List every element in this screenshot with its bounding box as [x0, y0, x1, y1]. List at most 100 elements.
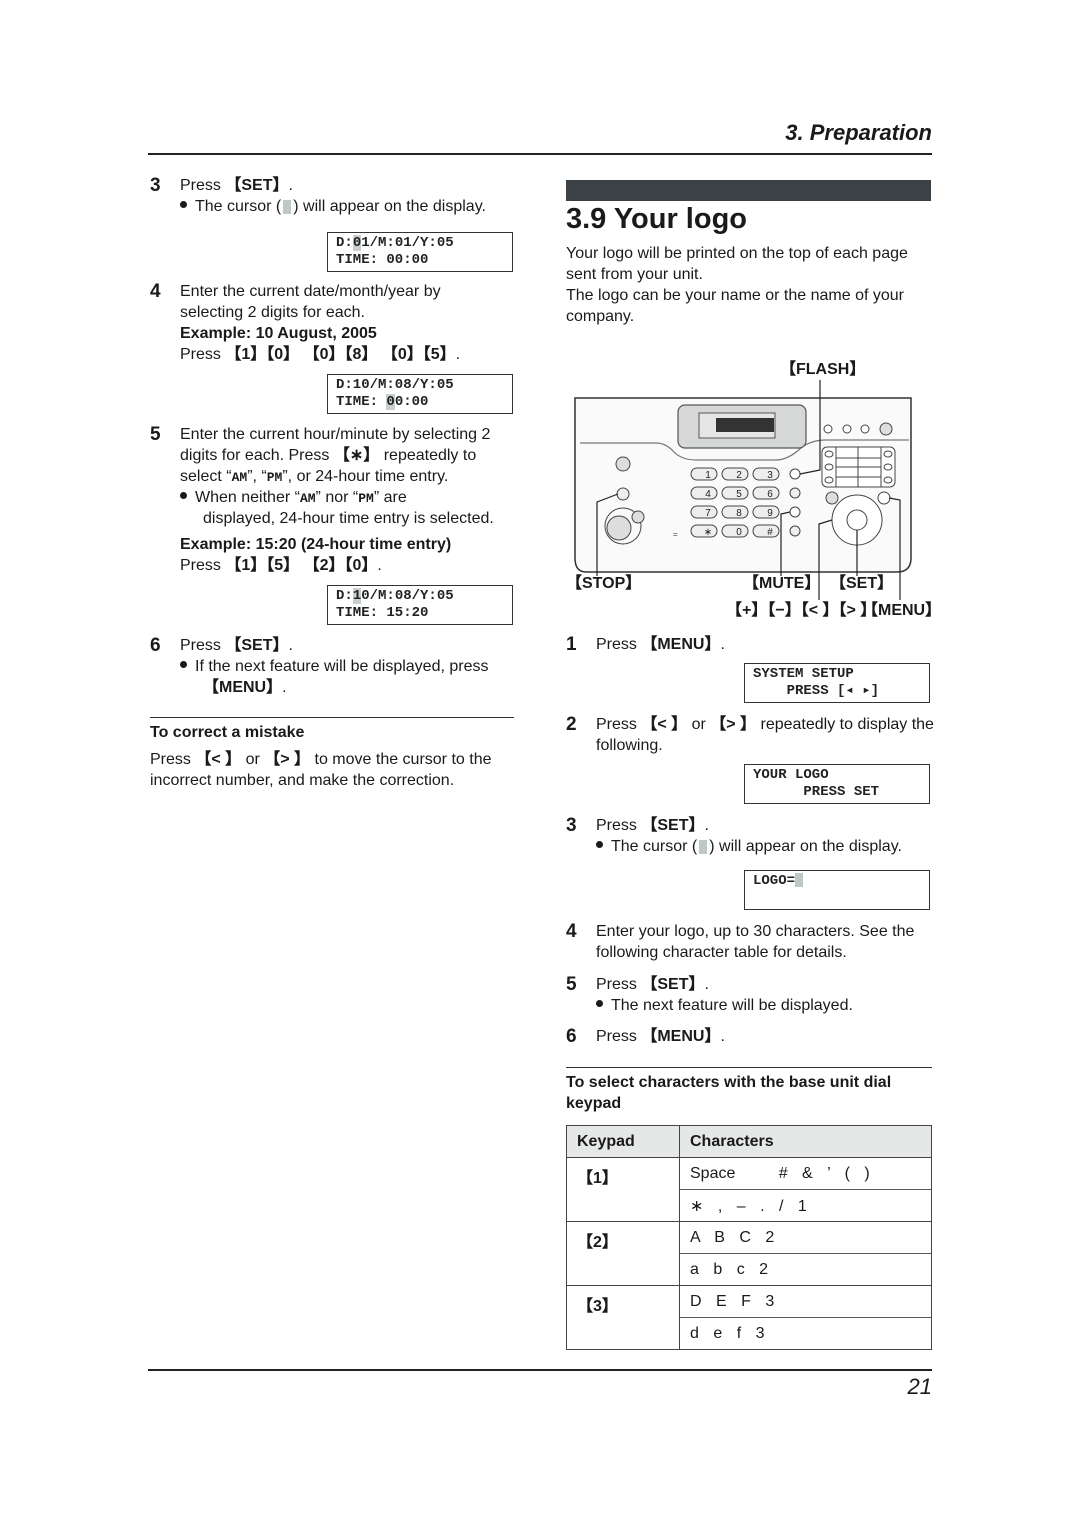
- step-number: 6: [566, 1026, 577, 1047]
- left-key: 【< 】: [195, 751, 242, 768]
- lcd-display-logo-entry: LOGO=: [744, 870, 930, 910]
- lcd-text: 1/M:01/Y:05: [361, 235, 454, 251]
- text: Press: [180, 637, 226, 654]
- example-heading: Example: 10 August, 2005: [180, 325, 377, 342]
- lcd-text: PRESS SET: [753, 784, 880, 800]
- step-number: 4: [150, 281, 161, 302]
- text: .: [455, 346, 461, 363]
- step-text: select “AM”, “PM”, or 24-hour time entry…: [180, 466, 448, 488]
- step-number: 6: [150, 635, 161, 656]
- bullet: The cursor () will appear on the display…: [596, 836, 902, 857]
- keypad-cell: 【2】: [566, 1221, 680, 1286]
- text: Press: [150, 751, 196, 768]
- lcd-cursor: 0: [386, 394, 395, 410]
- subhead-rule: [566, 1067, 932, 1068]
- subhead-rule: [150, 717, 514, 718]
- step-text: selecting 2 digits for each.: [180, 304, 365, 321]
- text: or: [687, 716, 711, 733]
- lcd-cursor: 0: [352, 235, 362, 251]
- step-text: Press 【MENU】.: [596, 634, 725, 655]
- step-number: 5: [566, 974, 577, 995]
- text: .: [704, 817, 709, 834]
- characters-cell: a b c 2: [679, 1253, 932, 1286]
- menu-key: 【MENU】: [641, 636, 721, 653]
- text: Press: [596, 636, 642, 653]
- step-text: Press 【SET】.: [180, 175, 293, 196]
- lcd-display-system-setup: SYSTEM SETUP PRESS [◂ ▸]: [744, 663, 930, 703]
- table-heading: keypad: [566, 1095, 622, 1112]
- text: ”, or 24-hour time entry.: [282, 468, 449, 485]
- step-text: Enter the current hour/minute by selecti…: [180, 426, 491, 443]
- step-number: 5: [150, 424, 161, 445]
- text: to move the cursor to the: [310, 751, 492, 768]
- step-text: Press 【SET】.: [180, 635, 293, 656]
- step-number: 3: [150, 175, 161, 196]
- pm-label: PM: [358, 491, 374, 506]
- lcd-display-time-entered: D:10/M:08/Y:05 TIME: 15:20: [327, 585, 513, 625]
- lcd-text: D:: [336, 588, 353, 604]
- step-text: following character table for details.: [596, 944, 847, 961]
- bullet: If the next feature will be displayed, p…: [180, 656, 489, 677]
- step-text: Press 【SET】.: [596, 815, 709, 836]
- column-header-characters: Characters: [679, 1125, 932, 1158]
- text: digits for each. Press: [180, 447, 334, 464]
- table-header-row: Keypad Characters: [566, 1125, 932, 1158]
- lcd-text: D:10/M:08/Y:05: [336, 377, 454, 393]
- set-key: 【SET】: [225, 177, 289, 194]
- keypad-cell: 【1】: [566, 1157, 680, 1222]
- step-text: digits for each. Press 【∗】 repeatedly to: [180, 445, 476, 466]
- text: .: [288, 177, 293, 194]
- lcd-text: 0:00: [394, 394, 429, 410]
- text: .: [704, 976, 709, 993]
- text: Press: [180, 557, 226, 574]
- text: When neither “: [195, 489, 300, 506]
- lcd-text: SYSTEM SETUP: [753, 666, 854, 682]
- right-key: 【> 】: [710, 716, 757, 733]
- text: Press: [596, 716, 642, 733]
- left-key: 【< 】: [641, 716, 688, 733]
- keys: 【1】【5】 【2】【0】: [225, 557, 378, 574]
- menu-key: 【MENU】: [641, 1028, 721, 1045]
- correct-text: incorrect number, and make the correctio…: [150, 772, 455, 789]
- lcd-text: PRESS [◂ ▸]: [753, 683, 880, 699]
- step-text: Enter your logo, up to 30 characters. Se…: [596, 923, 915, 940]
- table-row: 【2】 A B C 2: [566, 1221, 932, 1286]
- characters-cell: d e f 3: [679, 1317, 932, 1350]
- lcd-text: LOGO=: [753, 873, 796, 889]
- lcd-text: 0/M:08/Y:05: [361, 588, 454, 604]
- page-number: 21: [907, 1374, 932, 1399]
- menu-key: 【MENU】: [203, 679, 283, 696]
- lcd-text: TIME:: [336, 394, 387, 410]
- bullet-continuation: displayed, 24-hour time entry is selecte…: [203, 510, 494, 527]
- characters-cell: Space # & ’ ( ): [679, 1157, 932, 1190]
- text: select “: [180, 468, 232, 485]
- text: Press: [596, 1028, 642, 1045]
- bullet-icon: [180, 492, 187, 500]
- left-column: 3 Press 【SET】. The cursor () will appear…: [150, 0, 520, 1528]
- text: Press: [596, 976, 642, 993]
- keys: 【1】【0】 【0】【8】 【0】【5】: [225, 346, 456, 363]
- footer-rule: [148, 1369, 932, 1371]
- column-header-keypad: Keypad: [566, 1125, 680, 1158]
- set-key: 【SET】: [641, 817, 705, 834]
- lcd-text: YOUR LOGO: [753, 767, 829, 783]
- bullet: The cursor () will appear on the display…: [180, 196, 486, 217]
- step-number: 2: [566, 714, 577, 735]
- text: The cursor (: [611, 838, 698, 855]
- text: If the next feature will be displayed, p…: [195, 658, 489, 675]
- text: .: [282, 679, 287, 696]
- pm-label: PM: [266, 470, 283, 485]
- cursor-icon: [699, 839, 708, 854]
- lcd-display-date-initial: D:01/M:01/Y:05 TIME: 00:00: [327, 232, 513, 272]
- bullet-icon: [596, 1000, 603, 1008]
- text: ”, “: [247, 468, 267, 485]
- correct-text: Press 【< 】 or 【> 】 to move the cursor to…: [150, 749, 491, 770]
- step-text: Press 【MENU】.: [596, 1026, 725, 1047]
- lcd-text: D:: [336, 235, 353, 251]
- cursor-icon: [283, 199, 292, 214]
- table-row: 【1】 Space # & ’ ( ): [566, 1157, 932, 1222]
- text: repeatedly to display the: [756, 716, 934, 733]
- set-key: 【SET】: [225, 637, 289, 654]
- keypad-cell: 【3】: [566, 1285, 680, 1350]
- text: Press: [596, 817, 642, 834]
